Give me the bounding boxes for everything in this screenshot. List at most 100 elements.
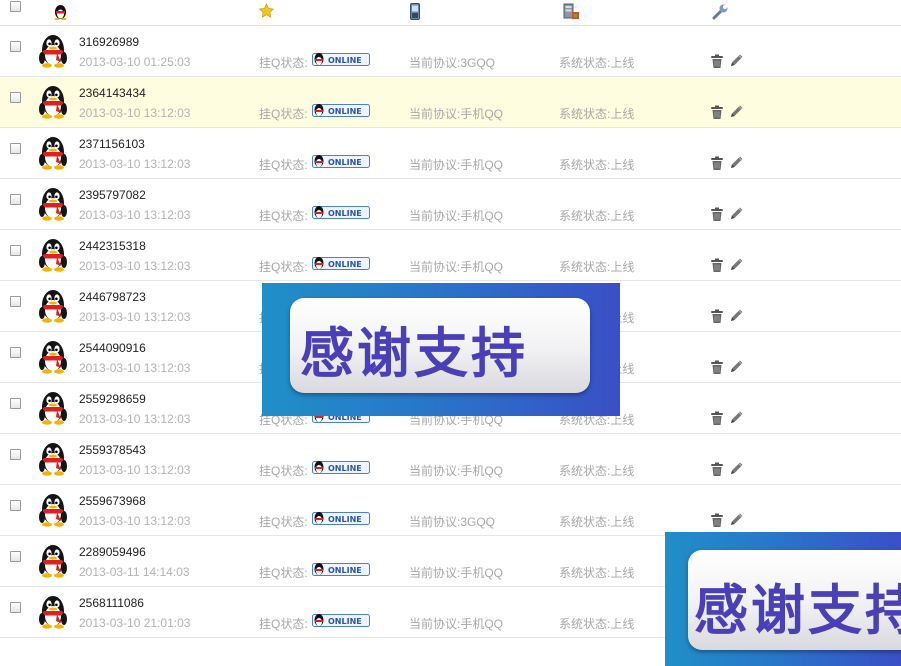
- hang-status-label: 挂Q状态:: [259, 158, 308, 172]
- current-protocol: 当前协议:3GQQ: [409, 56, 496, 70]
- online-badge: ONLINE: [312, 104, 370, 117]
- login-time: 2013-03-10 01:25:03: [79, 55, 191, 69]
- qq-penguin-avatar: [39, 137, 67, 170]
- trash-icon[interactable]: [709, 308, 725, 324]
- login-time: 2013-03-10 13:12:03: [79, 412, 191, 426]
- edit-pencil-icon[interactable]: [728, 409, 745, 426]
- select-all-checkbox[interactable]: [10, 1, 21, 12]
- qq-number: 2395797082: [79, 188, 146, 202]
- edit-pencil-icon[interactable]: [728, 154, 745, 171]
- wrench-icon: [712, 4, 728, 20]
- trash-icon[interactable]: [709, 512, 725, 528]
- row-checkbox[interactable]: [10, 92, 21, 103]
- row-checkbox[interactable]: [10, 551, 21, 562]
- system-status: 系统状态:上线: [559, 209, 635, 223]
- login-time: 2013-03-10 13:12:03: [79, 310, 191, 324]
- qq-number: 2559378543: [79, 443, 146, 457]
- watermark-banner-corner: 感谢支持: [665, 532, 901, 666]
- current-protocol: 当前协议:手机QQ: [409, 566, 504, 580]
- trash-icon[interactable]: [709, 206, 725, 222]
- hang-status-label: 挂Q状态:: [259, 260, 308, 274]
- trash-icon[interactable]: [709, 461, 725, 477]
- qq-penguin-avatar: [39, 494, 67, 527]
- online-badge: ONLINE: [312, 257, 370, 270]
- row-checkbox[interactable]: [10, 194, 21, 205]
- online-badge: ONLINE: [312, 206, 370, 219]
- system-status: 系统状态:上线: [559, 566, 635, 580]
- online-badge: ONLINE: [312, 512, 370, 525]
- qq-number: 316926989: [79, 35, 140, 49]
- trash-icon[interactable]: [709, 410, 725, 426]
- trash-icon[interactable]: [709, 104, 725, 120]
- system-status: 系统状态:上线: [559, 158, 635, 172]
- table-row: 2559673968 2013-03-10 13:12:03 挂Q状态: ONL…: [0, 485, 901, 536]
- login-time: 2013-03-10 13:12:03: [79, 514, 191, 528]
- edit-pencil-icon[interactable]: [728, 256, 745, 273]
- watermark-banner-center: 感谢支持: [262, 283, 620, 416]
- hang-status-label: 挂Q状态:: [259, 515, 308, 529]
- edit-pencil-icon[interactable]: [728, 307, 745, 324]
- table-header: [0, 0, 901, 26]
- banner-text: 感谢支持: [300, 322, 528, 385]
- table-row: 316926989 2013-03-10 01:25:03 挂Q状态: ONLI…: [0, 26, 901, 77]
- table-row: 2371156103 2013-03-10 13:12:03 挂Q状态: ONL…: [0, 128, 901, 179]
- svg-text:ONLINE: ONLINE: [328, 617, 362, 626]
- edit-pencil-icon[interactable]: [728, 103, 745, 120]
- trash-icon[interactable]: [709, 257, 725, 273]
- table-row: 2395797082 2013-03-10 13:12:03 挂Q状态: ONL…: [0, 179, 901, 230]
- online-badge: ONLINE: [312, 461, 370, 474]
- row-checkbox[interactable]: [10, 41, 21, 52]
- qq-penguin-icon: [54, 5, 67, 20]
- edit-pencil-icon[interactable]: [728, 52, 745, 69]
- online-badge: ONLINE: [312, 614, 370, 627]
- svg-text:ONLINE: ONLINE: [328, 107, 362, 116]
- row-checkbox[interactable]: [10, 347, 21, 358]
- login-time: 2013-03-10 13:12:03: [79, 259, 191, 273]
- qq-penguin-avatar: [39, 341, 67, 374]
- trash-icon[interactable]: [709, 359, 725, 375]
- qq-number: 2289059496: [79, 545, 146, 559]
- star-icon: [258, 3, 275, 18]
- login-time: 2013-03-10 13:12:03: [79, 208, 191, 222]
- system-status: 系统状态:上线: [559, 260, 635, 274]
- hang-status-label: 挂Q状态:: [259, 209, 308, 223]
- svg-text:ONLINE: ONLINE: [328, 56, 362, 65]
- qq-penguin-avatar: [39, 443, 67, 476]
- edit-pencil-icon[interactable]: [728, 460, 745, 477]
- row-checkbox[interactable]: [10, 500, 21, 511]
- row-checkbox[interactable]: [10, 449, 21, 460]
- row-checkbox[interactable]: [10, 245, 21, 256]
- current-protocol: 当前协议:手机QQ: [409, 464, 504, 478]
- svg-text:ONLINE: ONLINE: [328, 566, 362, 575]
- qq-number: 2364143434: [79, 86, 146, 100]
- login-time: 2013-03-10 21:01:03: [79, 616, 191, 630]
- qq-penguin-avatar: [39, 188, 67, 221]
- login-time: 2013-03-10 13:12:03: [79, 157, 191, 171]
- qq-number: 2568111086: [79, 596, 144, 610]
- table-row: 2364143434 2013-03-10 13:12:03 挂Q状态: ONL…: [0, 77, 901, 128]
- qq-number: 2559673968: [79, 494, 146, 508]
- trash-icon[interactable]: [709, 53, 725, 69]
- system-status: 系统状态:上线: [559, 515, 635, 529]
- svg-text:ONLINE: ONLINE: [328, 158, 362, 167]
- svg-text:ONLINE: ONLINE: [328, 515, 362, 524]
- qq-penguin-avatar: [39, 596, 67, 629]
- trash-icon[interactable]: [709, 155, 725, 171]
- svg-text:ONLINE: ONLINE: [328, 260, 362, 269]
- row-checkbox[interactable]: [10, 398, 21, 409]
- banner-text: 感谢支持: [694, 579, 901, 642]
- qq-penguin-avatar: [39, 545, 67, 578]
- phone-icon: [410, 3, 420, 20]
- edit-pencil-icon[interactable]: [728, 205, 745, 222]
- row-checkbox[interactable]: [10, 602, 21, 613]
- current-protocol: 当前协议:手机QQ: [409, 209, 504, 223]
- qq-number: 2371156103: [79, 137, 145, 151]
- row-checkbox[interactable]: [10, 143, 21, 154]
- login-time: 2013-03-11 14:14:03: [79, 565, 190, 579]
- current-protocol: 当前协议:手机QQ: [409, 158, 504, 172]
- qq-number: 2559298659: [79, 392, 146, 406]
- edit-pencil-icon[interactable]: [728, 511, 745, 528]
- edit-pencil-icon[interactable]: [728, 358, 745, 375]
- row-checkbox[interactable]: [10, 296, 21, 307]
- system-status: 系统状态:上线: [559, 617, 635, 631]
